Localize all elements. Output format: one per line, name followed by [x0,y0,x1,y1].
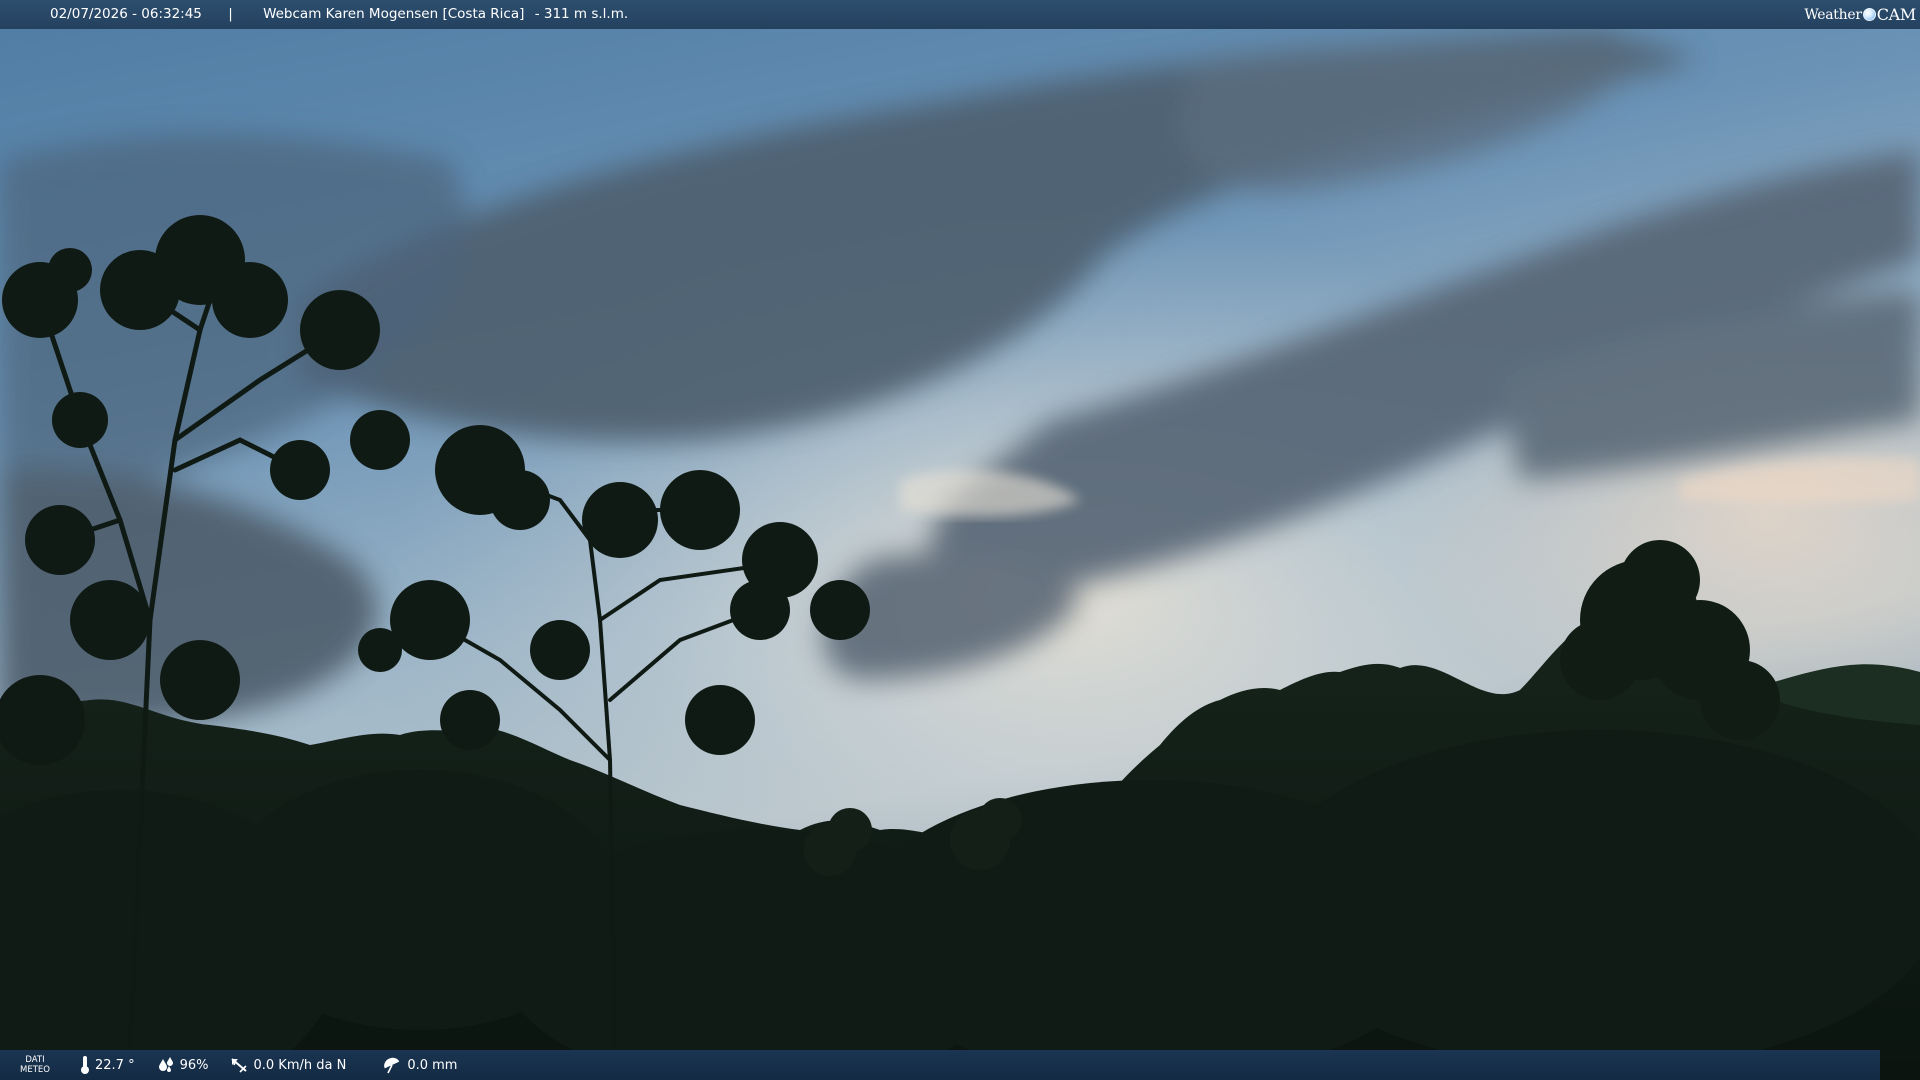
webcam-frame: 02/07/2026 - 06:32:45 | Webcam Karen Mog… [0,0,1920,1080]
wind-value: 0.0 Km/h da N [253,1057,347,1073]
altitude: - 311 m s.l.m. [534,6,629,22]
rain-value: 0.0 mm [407,1057,458,1073]
humidity-value: 96% [179,1057,209,1073]
webcam-info-bar: 02/07/2026 - 06:32:45 | Webcam Karen Mog… [0,0,1920,29]
weathercam-logo: Weather CAM [1804,3,1916,26]
temperature-value: 22.7 ° [95,1057,135,1073]
wind-reading: 0.0 Km/h da N [230,1056,346,1074]
weather-data-label: DATI METEO [0,1055,70,1075]
humidity-drops-icon [158,1057,173,1072]
weather-data-label-line2: METEO [20,1065,50,1075]
thermometer-icon [81,1056,89,1074]
camera-name: Webcam Karen Mogensen [Costa Rica] [263,6,525,22]
wind-direction-icon [231,1058,248,1073]
separator: | [228,6,233,22]
webcam-image [0,0,1920,1080]
logo-cam-text: CAM [1876,5,1917,24]
rain-umbrella-icon [384,1057,400,1074]
rain-reading: 0.0 mm [382,1056,457,1074]
weather-data-label-line1: DATI [25,1055,45,1065]
weather-data-bar: DATI METEO 22.7 ° 96% 0.0 Km/h da N 0.0 … [0,1050,1880,1080]
temperature-reading: 22.7 ° [80,1055,135,1075]
landscape-scene [0,0,1920,1080]
logo-weather-text: Weather [1804,6,1862,23]
drop-icon [1862,8,1876,21]
humidity-reading: 96% [157,1056,209,1074]
timestamp: 02/07/2026 - 06:32:45 [50,6,202,22]
